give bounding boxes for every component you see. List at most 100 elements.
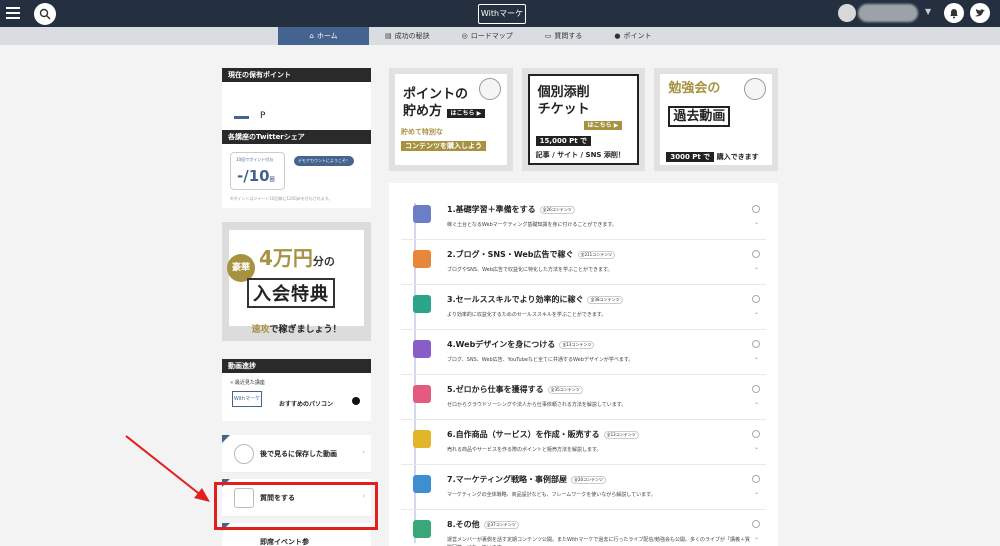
promo-title: 貯め方 xyxy=(403,104,443,119)
course-count-badge: 全38コンテンツ xyxy=(587,295,623,304)
chevron-down-icon[interactable]: ⌄ xyxy=(754,399,759,406)
chevron-down-icon[interactable]: ⌄ xyxy=(754,534,759,541)
avatar[interactable] xyxy=(838,4,856,22)
arrow-right-icon[interactable] xyxy=(352,397,360,405)
chevron-down-icon[interactable]: ⌄ xyxy=(754,219,759,226)
chevron-down-icon[interactable]: ⌄ xyxy=(754,444,759,451)
promo-title: 勉強会の xyxy=(668,81,721,96)
chevron-right-icon: › xyxy=(362,448,365,456)
course-item[interactable]: 3.セールススキルでより効率的に稼ぐ 全38コンテンツ より効率的に収益化するための… xyxy=(401,285,766,330)
user-name-blurred[interactable] xyxy=(858,4,918,22)
promo-text: 15,000 Pt で xyxy=(535,136,592,146)
course-list: 1.基礎学習＋準備をする 全26コンテンツ稼ぐ土台となるWebマーケティング基礎知… xyxy=(401,195,766,546)
banner-amount: 4万円 xyxy=(259,246,313,270)
course-icon xyxy=(413,520,431,538)
brand-logo[interactable]: Withマーケ xyxy=(478,4,526,24)
top-bar: Withマーケ ▼ xyxy=(0,0,1000,27)
main-nav: ⌂ ホーム ▤ 成功の秘訣 ◎ ロードマップ ▭ 質問する ● ポイント xyxy=(0,27,1000,45)
progress-circle-icon xyxy=(752,430,760,438)
banner-amount-suffix: 分の xyxy=(312,255,335,268)
progress-circle-icon xyxy=(752,340,760,348)
course-item[interactable]: 8.その他 全37コンテンツ 運営メンバーが裏側を話す定期コンテンツ公開。またWit… xyxy=(401,510,766,546)
course-item[interactable]: 2.ブログ・SNS・Web広告で稼ぐ 全211コンテンツ ブログやSNS、Web広告… xyxy=(401,240,766,285)
course-item[interactable]: 5.ゼロから仕事を獲得する 全35コンテンツゼロからクラウドソーシングや法人から仕… xyxy=(401,375,766,420)
promo-ticket[interactable]: 個別添削 チケット はこちら ▶ 15,000 Pt で 記事 / サイト / S… xyxy=(521,68,646,171)
promo-text: コンテンツを購入しよう xyxy=(401,141,486,151)
promo-past-videos[interactable]: 勉強会の 過去動画 3000 Pt で 購入できます xyxy=(654,68,779,171)
course-list-card: 1.基礎学習＋準備をする 全26コンテンツ稼ぐ土台となるWebマーケティング基礎知… xyxy=(389,183,778,546)
course-count-badge: 全35コンテンツ xyxy=(547,385,583,394)
course-description: 稼ぐ土台となるWebマーケティング基礎知識を身に付けることができます。 xyxy=(447,222,617,228)
promo-text: 貯めて特別な xyxy=(401,128,443,136)
banner-sub-highlight: 速攻 xyxy=(251,325,270,335)
course-title: 1.基礎学習＋準備をする xyxy=(447,205,536,214)
sidebar: 現在の保有ポイント P 各講座のTwitterシェア 10回でポイント付与 -/… xyxy=(222,68,371,546)
points-value xyxy=(234,116,249,119)
course-title: 6.自作商品（サービス）を作成・販売する xyxy=(447,430,600,439)
recent-course-title[interactable]: おすすめのパソコン xyxy=(279,399,333,408)
course-icon xyxy=(413,205,431,223)
promo-text: 購入できます xyxy=(716,153,759,161)
course-count-badge: 全20コンテンツ xyxy=(570,475,607,484)
promo-title: 過去動画 xyxy=(673,109,726,124)
twitter-count-unit: 回 xyxy=(269,177,275,183)
course-description: ゼロからクラウドソーシングや法人から仕事依頼される方法を解説しています。 xyxy=(447,402,627,408)
twitter-share-header: 各講座のTwitterシェア xyxy=(222,130,371,144)
search-icon xyxy=(39,8,51,20)
chat-icon: ▭ xyxy=(544,32,552,40)
chevron-down-icon[interactable]: ⌄ xyxy=(754,354,759,361)
course-item[interactable]: 1.基礎学習＋準備をする 全26コンテンツ稼ぐ土台となるWebマーケティング基礎知… xyxy=(401,195,766,240)
progress-circle-icon xyxy=(752,385,760,393)
course-icon xyxy=(413,475,431,493)
recent-label: 最近見た講座 xyxy=(234,380,265,386)
chevron-down-icon[interactable]: ▼ xyxy=(925,7,931,16)
notification-button[interactable] xyxy=(944,3,964,23)
course-icon xyxy=(413,250,431,268)
course-description: 売れる商品やサービスを作る際のポイントと販売方法を解説します。 xyxy=(447,447,602,453)
book-icon: ▤ xyxy=(385,32,392,40)
progress-circle-icon xyxy=(752,520,760,528)
course-item[interactable]: 6.自作商品（サービス）を作成・販売する 全13コンテンツ 売れる商品やサービスを作… xyxy=(401,420,766,465)
home-icon: ⌂ xyxy=(309,32,314,40)
course-icon xyxy=(413,340,431,358)
nav-points[interactable]: ● ポイント xyxy=(598,27,667,45)
progress-circle-icon xyxy=(752,295,760,303)
nav-success-tips[interactable]: ▤ 成功の秘訣 xyxy=(369,27,446,45)
annotation-highlight-box xyxy=(214,482,378,530)
chevron-down-icon[interactable]: ⌄ xyxy=(754,489,759,496)
promo-title: チケット xyxy=(537,102,590,117)
course-description: ブログやSNS、Web広告で収益化に特化した方法を学ぶことができます。 xyxy=(447,267,613,273)
course-count-badge: 全13コンテンツ xyxy=(559,340,595,349)
course-count-badge: 全26コンテンツ xyxy=(539,205,575,214)
course-item[interactable]: 7.マーケティング戦略・事例部屋 全20コンテンツ マーケティングの全体戦略、商品設… xyxy=(401,465,766,510)
promo-title: ポイントの xyxy=(403,87,469,102)
saved-videos-button[interactable]: 後で見るに保存した動画 › xyxy=(222,435,371,473)
progress-circle-icon xyxy=(752,250,760,258)
promo-points[interactable]: ポイントの貯め方 はこちら ▶ 貯めて特別な コンテンツを購入しよう xyxy=(389,68,513,171)
course-icon xyxy=(413,430,431,448)
course-title: 2.ブログ・SNS・Web広告で稼ぐ xyxy=(447,250,574,259)
search-button[interactable] xyxy=(34,3,56,25)
video-icon xyxy=(744,78,767,100)
twitter-count-label: 10回でポイント付与 xyxy=(236,157,274,162)
course-item[interactable]: 4.Webデザインを身につける 全13コンテンツ ブログ、SNS、Web広告、You… xyxy=(401,330,766,375)
course-title: 5.ゼロから仕事を獲得する xyxy=(447,385,544,394)
promo-pill: はこちら ▶ xyxy=(446,109,486,118)
course-title: 8.その他 xyxy=(447,520,480,529)
chevron-down-icon[interactable]: ⌄ xyxy=(754,309,759,316)
twitter-button[interactable] xyxy=(970,3,990,23)
course-description: ブログ、SNS、Web広告、YouTubeなど全てに共通するWebデザインが学べ… xyxy=(447,357,634,363)
nav-ask[interactable]: ▭ 質問する xyxy=(529,27,599,45)
promo-pill: はこちら ▶ xyxy=(583,121,623,130)
bell-icon xyxy=(950,9,958,19)
signup-bonus-banner[interactable]: 豪華 4万円分の 入会特典 速攻で稼ぎましょう！ xyxy=(222,222,371,341)
menu-icon[interactable] xyxy=(6,7,20,19)
course-description: 運営メンバーが裏側を話す定期コンテンツ公開。またWithマーケで過去に行ったライ… xyxy=(447,537,751,546)
nav-roadmap[interactable]: ◎ ロードマップ xyxy=(446,27,529,45)
chevron-down-icon[interactable]: ⌄ xyxy=(754,264,759,271)
twitter-count-value: -/10 xyxy=(237,167,270,185)
points-card: 現在の保有ポイント P 各講座のTwitterシェア 10回でポイント付与 -/… xyxy=(222,68,371,208)
course-icon xyxy=(413,295,431,313)
promo-text: 記事 / サイト / SNS 添削！ xyxy=(535,151,625,159)
nav-home[interactable]: ⌂ ホーム xyxy=(278,27,369,45)
